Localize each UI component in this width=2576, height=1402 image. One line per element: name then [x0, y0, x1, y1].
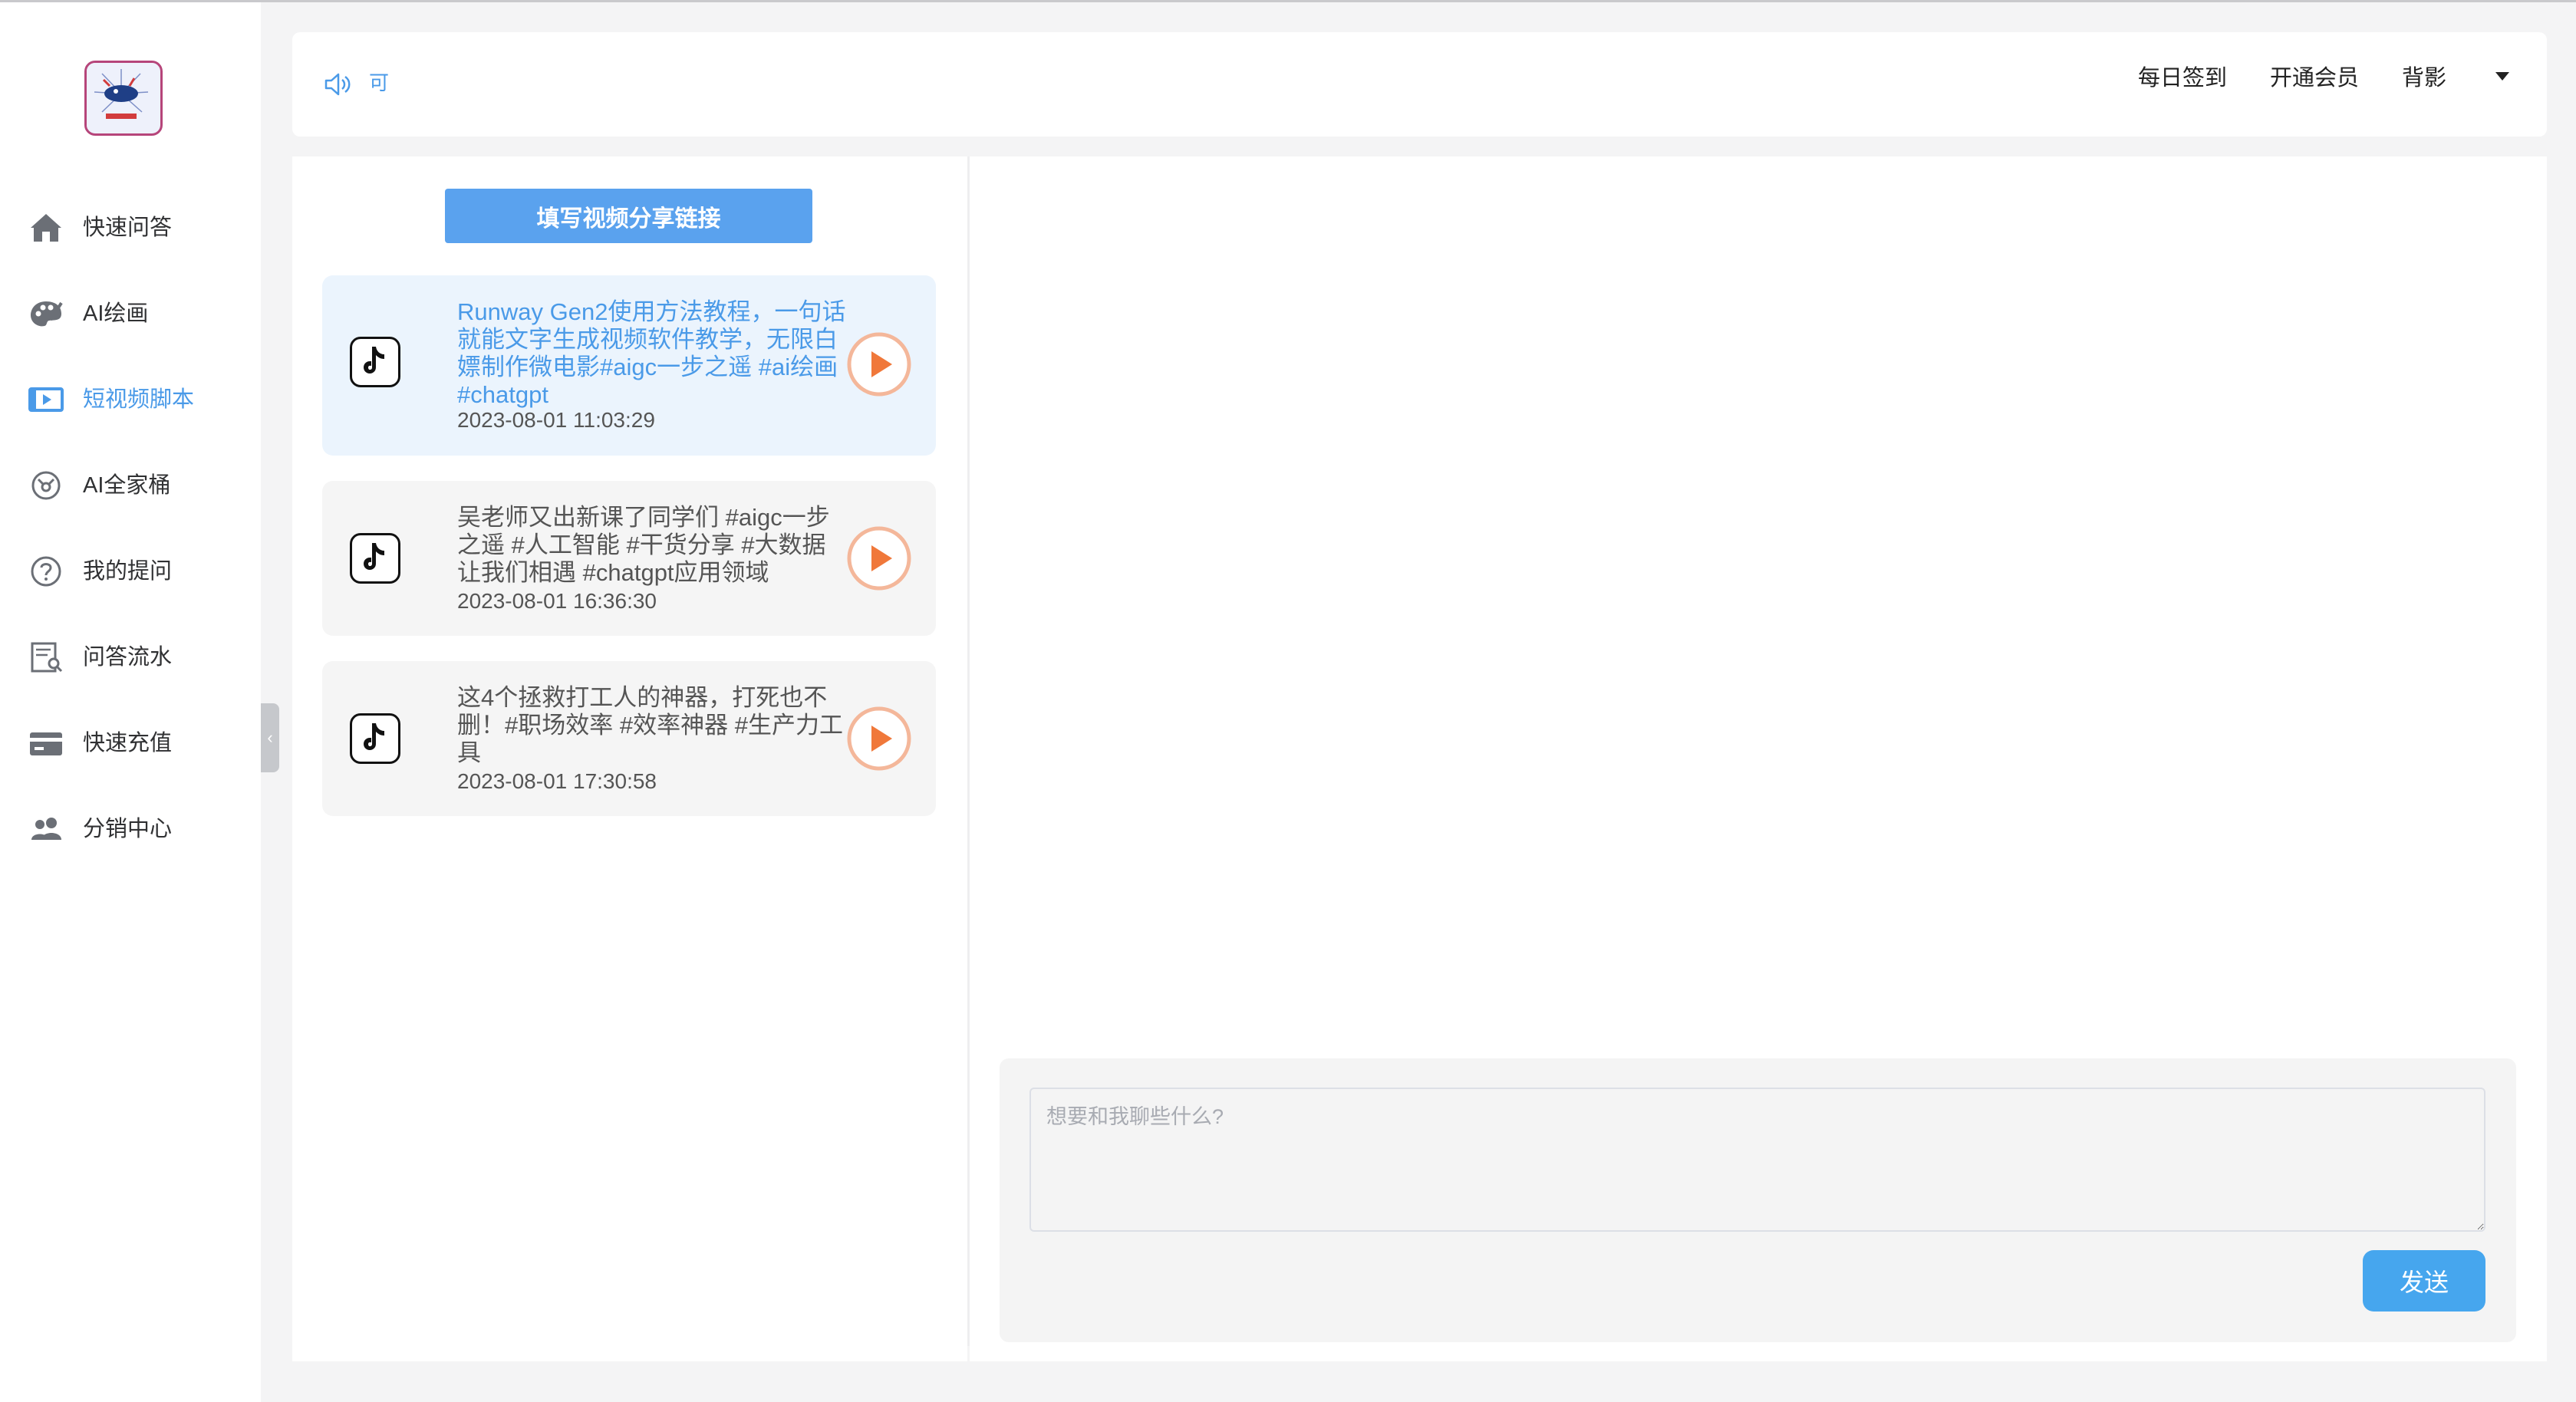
chevron-down-icon[interactable]	[2495, 72, 2509, 81]
notice-marquee: 可	[369, 71, 390, 94]
play-icon[interactable]	[846, 525, 912, 591]
speaker-icon	[324, 73, 351, 96]
sidebar-item-label: 快速问答	[83, 216, 173, 240]
video-icon	[28, 387, 64, 412]
users-icon	[31, 818, 61, 840]
video-time: 2023-08-01 17:30:58	[457, 769, 657, 793]
sidebar-item-qa-records[interactable]: 问答流水	[0, 627, 261, 688]
app-logo[interactable]	[84, 61, 163, 136]
top-header: 可 每日签到 开通会员 背影	[292, 32, 2547, 137]
video-title: 这4个拯救打工人的神器，打死也不删！#职场效率 #效率神器 #生产力工具	[457, 684, 843, 766]
sidebar-item-label: 快速充值	[83, 731, 173, 755]
sidebar-item-label: 分销中心	[83, 817, 173, 841]
chat-input[interactable]	[1029, 1088, 2485, 1232]
card-icon	[30, 732, 62, 755]
video-title: Runway Gen2使用方法教程，一句话就能文字生成视频软件教学，无限白嫖制作…	[457, 298, 846, 408]
tiktok-icon	[350, 337, 400, 387]
sidebar-item-label: AI绘画	[83, 301, 149, 326]
sidebar-item-ai-suite[interactable]: AI全家桶	[0, 455, 261, 516]
tiktok-icon	[350, 533, 400, 584]
video-time: 2023-08-01 11:03:29	[457, 408, 655, 432]
sidebar-item-quick-recharge[interactable]: 快速充值	[0, 713, 261, 774]
sidebar-item-distribution-center[interactable]: 分销中心	[0, 798, 261, 860]
sidebar-item-label: AI全家桶	[83, 473, 171, 498]
video-card[interactable]: 这4个拯救打工人的神器，打死也不删！#职场效率 #效率神器 #生产力工具 202…	[322, 661, 936, 816]
video-time: 2023-08-01 16:36:30	[457, 589, 657, 613]
video-title: 吴老师又出新课了同学们 #aigc一步之遥 #人工智能 #干货分享 #大数据让我…	[457, 504, 830, 586]
sidebar: 快速问答 AI绘画 短视频脚本 AI全家桶 我的提问 问答流水 快速充值 分销中…	[0, 2, 261, 1402]
sidebar-item-my-questions[interactable]: 我的提问	[0, 541, 261, 602]
send-button[interactable]: 发送	[2363, 1250, 2485, 1311]
daily-checkin-link[interactable]: 每日签到	[2138, 63, 2227, 94]
window-top-border	[0, 0, 2576, 2]
sidebar-item-quick-qa[interactable]: 快速问答	[0, 197, 261, 258]
sidebar-item-label: 我的提问	[83, 559, 173, 584]
sidebar-item-label: 问答流水	[83, 645, 173, 670]
bucket-icon	[31, 471, 61, 500]
sidebar-item-label: 短视频脚本	[83, 387, 195, 412]
home-icon	[31, 214, 61, 242]
play-icon[interactable]	[846, 331, 912, 397]
sidebar-item-short-video-script[interactable]: 短视频脚本	[0, 369, 261, 430]
palette-icon	[31, 301, 63, 327]
video-card[interactable]: 吴老师又出新课了同学们 #aigc一步之遥 #人工智能 #干货分享 #大数据让我…	[322, 481, 936, 636]
tiktok-icon	[350, 713, 400, 764]
video-card[interactable]: Runway Gen2使用方法教程，一句话就能文字生成视频软件教学，无限白嫖制作…	[322, 275, 936, 456]
user-name-menu[interactable]: 背影	[2402, 63, 2446, 94]
play-icon[interactable]	[846, 706, 912, 772]
fill-share-link-button[interactable]: 填写视频分享链接	[445, 189, 812, 243]
records-icon	[31, 642, 63, 673]
open-membership-link[interactable]: 开通会员	[2270, 63, 2359, 94]
sidebar-collapse-handle[interactable]: ‹	[261, 703, 279, 772]
sidebar-item-ai-painting[interactable]: AI绘画	[0, 283, 261, 344]
question-icon	[31, 556, 61, 587]
